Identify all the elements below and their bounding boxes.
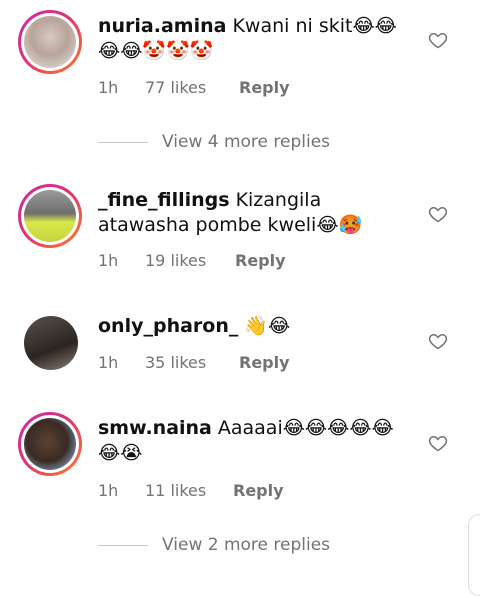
reply-button[interactable]: Reply [235,251,286,270]
view-more-label: View 4 more replies [162,132,331,152]
avatar[interactable] [24,316,78,370]
username[interactable]: only_pharon_ [98,315,238,337]
comment-text-block: only_pharon_ 👋😂 [98,314,408,339]
username[interactable]: nuria.amina [98,15,226,37]
like-icon[interactable] [428,331,448,351]
avatar[interactable] [18,412,82,476]
username[interactable]: smw.naina [98,417,212,439]
view-more-replies[interactable]: View 4 more replies [98,132,330,152]
avatar[interactable] [18,184,82,248]
reply-button[interactable]: Reply [233,481,284,500]
timestamp: 1h [98,78,119,97]
comment-text-block: nuria.amina Kwani ni skit😂😂😂😂🤡🤡🤡 [98,14,408,64]
view-more-label: View 2 more replies [162,535,331,555]
likes-count[interactable]: 77 likes [145,78,206,97]
like-icon[interactable] [428,30,448,50]
divider-line [98,141,148,143]
view-more-replies[interactable]: View 2 more replies [98,535,330,555]
reply-button[interactable]: Reply [239,78,290,97]
comment-text: 👋😂 [244,315,291,337]
floating-panel-edge [468,514,480,596]
like-icon[interactable] [428,204,448,224]
divider-line [98,544,148,546]
like-icon[interactable] [428,433,448,453]
likes-count[interactable]: 19 likes [145,251,206,270]
timestamp: 1h [98,481,119,500]
likes-count[interactable]: 35 likes [145,353,206,372]
timestamp: 1h [98,353,119,372]
likes-count[interactable]: 11 likes [145,481,206,500]
avatar[interactable] [18,10,82,74]
comment-text-block: _fine_fillings Kizangila atawasha pombe k… [98,188,408,238]
timestamp: 1h [98,251,119,270]
comment-text-block: smw.naina Aaaaai😂😂😂😂😂😂😭 [98,416,408,466]
reply-button[interactable]: Reply [239,353,290,372]
username[interactable]: _fine_fillings [98,189,230,211]
